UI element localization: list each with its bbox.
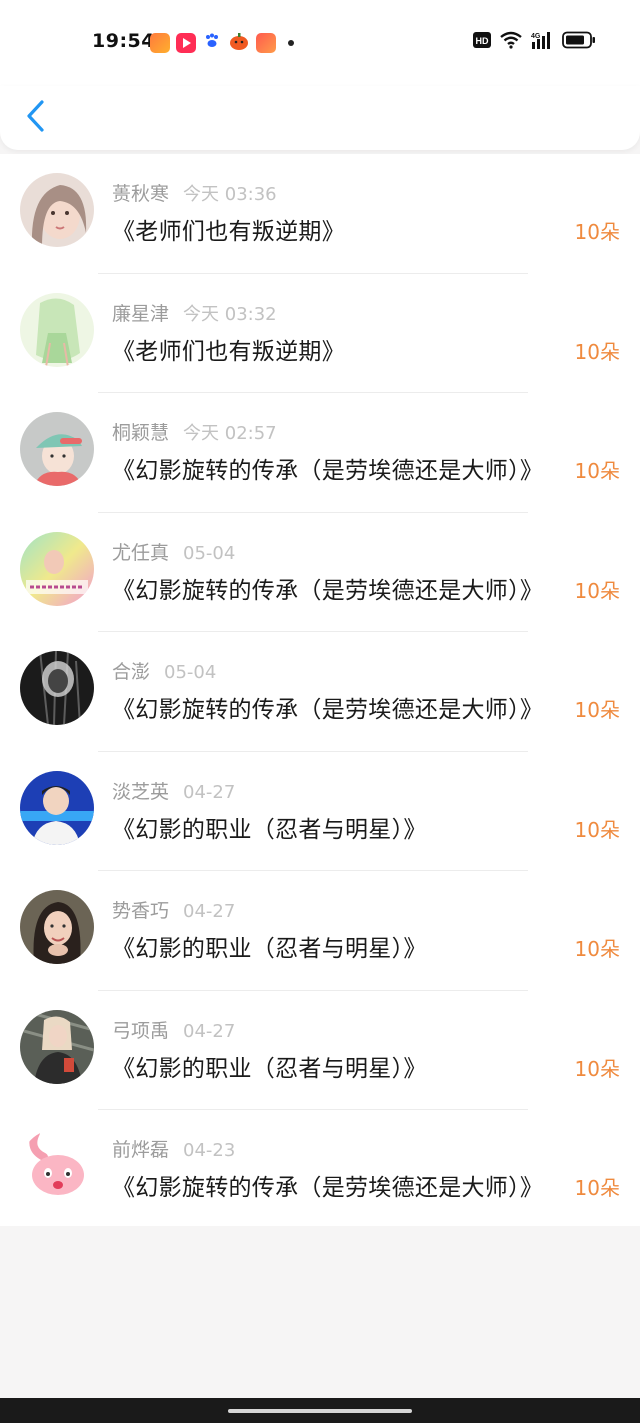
paw-icon <box>202 31 222 55</box>
chevron-left-icon <box>25 99 47 137</box>
sender-name: 合澎 <box>112 661 151 683</box>
avatar <box>20 292 94 367</box>
status-bar: 19:54 HD 4G <box>0 0 640 86</box>
list-item[interactable]: 弓项禹 04-27 《幻影的职业（忍者与明星）》 10朵 <box>0 991 640 1110</box>
svg-text:4G: 4G <box>531 33 541 40</box>
list-item[interactable]: 前烨磊 04-23 《幻影旋转的传承（是劳埃德还是大师）》 10朵 <box>0 1110 640 1230</box>
list-item[interactable]: 廉星津 今天 03:32 《老师们也有叛逆期》 10朵 <box>0 274 640 393</box>
avatar <box>20 770 94 845</box>
list-item[interactable]: 势香巧 04-27 《幻影的职业（忍者与明星）》 10朵 <box>0 871 640 991</box>
pumpkin-icon <box>228 31 250 55</box>
gift-date: 04-27 <box>183 781 236 803</box>
gift-date: 05-04 <box>183 542 236 564</box>
gift-date: 今天 03:36 <box>183 184 277 205</box>
home-bar[interactable] <box>228 1409 412 1413</box>
system-icons: HD 4G <box>473 31 596 53</box>
avatar <box>20 1129 94 1203</box>
gift-amount: 10朵 <box>574 220 620 244</box>
list-item[interactable]: 桐颖慧 今天 02:57 《幻影旋转的传承（是劳埃德还是大师）》 10朵 <box>0 393 640 513</box>
gift-date: 05-04 <box>164 662 217 683</box>
battery-icon <box>562 31 596 53</box>
app-icon-1 <box>150 33 170 53</box>
list-item[interactable]: 淡芝英 04-27 《幻影的职业（忍者与明星）》 10朵 <box>0 752 640 871</box>
gift-amount: 10朵 <box>574 1176 620 1200</box>
avatar <box>20 890 94 964</box>
avatar <box>20 531 94 606</box>
gift-amount: 10朵 <box>574 339 620 364</box>
wifi-icon <box>500 31 522 53</box>
gift-amount: 10朵 <box>574 937 620 961</box>
gift-amount: 10朵 <box>574 1056 620 1081</box>
gift-amount: 10朵 <box>574 817 620 842</box>
gift-date: 今天 02:57 <box>183 423 277 444</box>
hd-icon: HD <box>473 32 491 52</box>
list-item[interactable]: 尤任真 05-04 《幻影旋转的传承（是劳埃德还是大师）》 10朵 <box>0 513 640 632</box>
gift-date: 04-23 <box>183 1140 236 1161</box>
avatar <box>20 1009 94 1084</box>
list-item[interactable]: 合澎 05-04 《幻影旋转的传承（是劳埃德还是大师）》 10朵 <box>0 632 640 752</box>
svg-text:HD: HD <box>476 36 489 46</box>
book-title[interactable]: 《幻影旋转的传承（是劳埃德还是大师）》 <box>112 451 543 485</box>
book-title[interactable]: 《幻影的职业（忍者与明星）》 <box>112 1049 427 1083</box>
gift-date: 今天 03:32 <box>183 303 277 325</box>
sender-name: 蒉秋寒 <box>112 183 170 205</box>
sender-name: 廉星津 <box>112 302 170 325</box>
sender-name: 弓项禹 <box>112 1019 170 1042</box>
list-item[interactable]: 蒉秋寒 今天 03:36 《老师们也有叛逆期》 10朵 <box>0 154 640 274</box>
gift-amount: 10朵 <box>574 578 620 603</box>
book-title[interactable]: 《幻影旋转的传承（是劳埃德还是大师）》 <box>112 1168 543 1202</box>
gift-amount: 10朵 <box>574 459 620 483</box>
book-title[interactable]: 《老师们也有叛逆期》 <box>112 332 345 366</box>
notification-icons <box>150 31 294 55</box>
book-title[interactable]: 《幻影旋转的传承（是劳埃德还是大师）》 <box>112 571 543 605</box>
sender-name: 淡芝英 <box>112 780 170 803</box>
gift-amount: 10朵 <box>574 698 620 722</box>
4g-signal-icon: 4G <box>531 31 553 53</box>
sender-name: 势香巧 <box>112 900 170 922</box>
avatar <box>20 412 94 486</box>
avatar <box>20 173 94 247</box>
book-title[interactable]: 《幻影旋转的传承（是劳埃德还是大师）》 <box>112 690 543 724</box>
sender-name: 前烨磊 <box>112 1139 170 1161</box>
sender-name: 桐颖慧 <box>112 422 170 444</box>
book-title[interactable]: 《幻影的职业（忍者与明星）》 <box>112 810 427 844</box>
home-indicator-area <box>0 1398 640 1423</box>
gift-date: 04-27 <box>183 901 236 922</box>
gift-date: 04-27 <box>183 1020 236 1042</box>
gift-list: 蒉秋寒 今天 03:36 《老师们也有叛逆期》 10朵 廉星津 今天 03:32 《… <box>0 154 640 1226</box>
nav-bar <box>0 86 640 150</box>
book-title[interactable]: 《幻影的职业（忍者与明星）》 <box>112 929 427 963</box>
more-notifications-dot <box>288 40 294 46</box>
video-icon <box>176 33 196 53</box>
app-icon-2 <box>256 33 276 53</box>
back-button[interactable] <box>16 96 56 140</box>
avatar <box>20 651 94 725</box>
sender-name: 尤任真 <box>112 541 170 564</box>
status-time: 19:54 <box>92 30 155 52</box>
book-title[interactable]: 《老师们也有叛逆期》 <box>112 212 345 246</box>
